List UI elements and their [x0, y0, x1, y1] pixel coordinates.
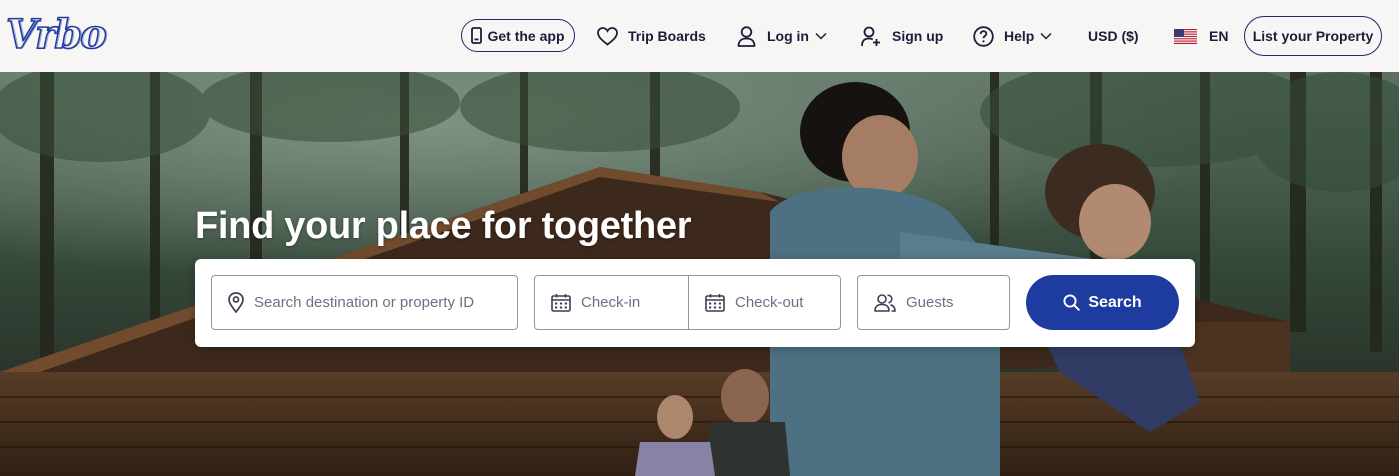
calendar-icon: [551, 294, 571, 312]
check-in-field[interactable]: Check-in: [534, 275, 689, 330]
search-button[interactable]: Search: [1026, 275, 1179, 330]
language-selector[interactable]: EN: [1174, 0, 1228, 72]
search-panel: Search destination or property ID Check-…: [195, 259, 1195, 347]
guests-field[interactable]: Guests: [857, 275, 1010, 330]
trip-boards-link[interactable]: Trip Boards: [597, 0, 706, 72]
search-button-label: Search: [1088, 293, 1142, 311]
list-your-property-button[interactable]: List your Property: [1244, 16, 1382, 56]
svg-text:Vrbo: Vrbo: [8, 14, 108, 56]
log-in-menu[interactable]: Log in: [737, 0, 827, 72]
hero-banner: Find your place for together Search dest…: [0, 72, 1399, 476]
phone-icon: [471, 27, 483, 44]
language-label: EN: [1209, 28, 1229, 44]
trip-boards-label: Trip Boards: [628, 28, 706, 44]
vrbo-logo[interactable]: Vrbo Vrbo: [5, 10, 130, 59]
chevron-down-icon: [1040, 32, 1052, 40]
help-label: Help: [1004, 28, 1035, 44]
user-icon: [737, 25, 756, 47]
sign-up-link[interactable]: Sign up: [861, 0, 943, 72]
check-out-field[interactable]: Check-out: [688, 275, 841, 330]
chevron-down-icon: [815, 32, 827, 40]
hero-headline: Find your place for together: [195, 205, 692, 247]
us-flag-icon: [1174, 28, 1197, 44]
currency-label: USD ($): [1088, 28, 1139, 44]
log-in-label: Log in: [767, 28, 809, 44]
check-in-placeholder: Check-in: [581, 294, 641, 311]
user-plus-icon: [861, 26, 881, 47]
list-property-label: List your Property: [1252, 28, 1374, 44]
get-app-label: Get the app: [487, 27, 565, 44]
help-circle-icon: [973, 25, 994, 47]
vrbo-logo-mark: Vrbo Vrbo: [5, 10, 110, 59]
sign-up-label: Sign up: [892, 28, 944, 44]
site-header: Vrbo Vrbo Get the app Trip Boards Log in…: [0, 0, 1399, 72]
check-out-placeholder: Check-out: [735, 294, 804, 311]
calendar-icon: [705, 294, 725, 312]
map-pin-icon: [228, 292, 244, 313]
get-app-button[interactable]: Get the app: [461, 19, 575, 52]
guests-placeholder: Guests: [906, 294, 954, 311]
destination-field[interactable]: Search destination or property ID: [211, 275, 518, 330]
guests-icon: [874, 294, 896, 312]
destination-placeholder: Search destination or property ID: [254, 294, 475, 311]
currency-selector[interactable]: USD ($): [1088, 0, 1139, 72]
help-menu[interactable]: Help: [973, 0, 1052, 72]
search-icon: [1063, 294, 1081, 311]
heart-icon: [597, 26, 618, 46]
